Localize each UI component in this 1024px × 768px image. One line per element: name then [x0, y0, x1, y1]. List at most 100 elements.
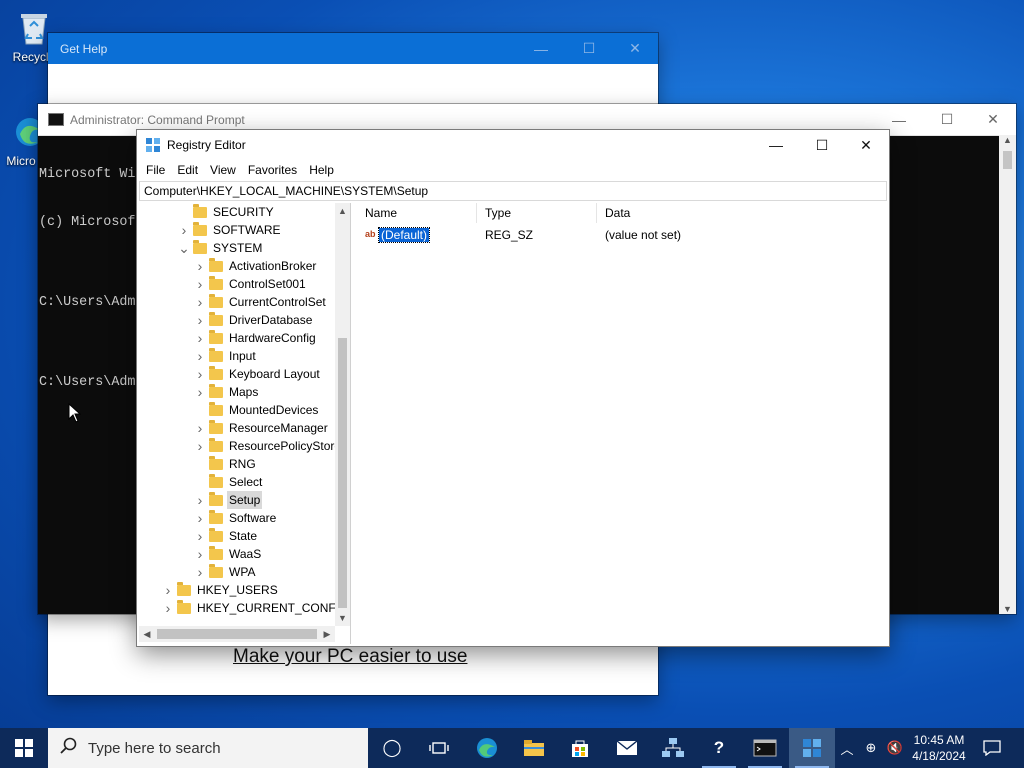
- tree-node-activationbroker[interactable]: › ActivationBroker: [193, 257, 316, 275]
- chevron-right-icon[interactable]: ›: [193, 275, 207, 293]
- close-button[interactable]: ✕: [843, 130, 889, 160]
- chevron-right-icon[interactable]: ›: [193, 383, 207, 401]
- tree-node-select[interactable]: Select: [193, 473, 262, 491]
- start-button[interactable]: [0, 728, 48, 768]
- scroll-right-icon[interactable]: ▶: [319, 626, 335, 642]
- chevron-right-icon[interactable]: ›: [193, 257, 207, 275]
- tree-horizontal-scrollbar[interactable]: ◀ ▶: [139, 626, 335, 642]
- scroll-thumb[interactable]: [1003, 151, 1012, 169]
- tree-node-controlset001[interactable]: › ControlSet001: [193, 275, 306, 293]
- value-row[interactable]: ab (Default) REG_SZ (value not set): [357, 226, 887, 244]
- key-tree[interactable]: SECURITY › SOFTWARE ⌄ SYSTEM › ActivationBroke…: [139, 203, 351, 644]
- column-header-name[interactable]: Name: [357, 203, 477, 223]
- edge-button[interactable]: [464, 728, 510, 768]
- menu-edit[interactable]: Edit: [171, 160, 204, 180]
- chevron-right-icon[interactable]: ›: [193, 545, 207, 563]
- tree-node-mounteddevices[interactable]: MountedDevices: [193, 401, 318, 419]
- scroll-left-icon[interactable]: ◀: [139, 626, 155, 642]
- scroll-up-icon[interactable]: ▲: [999, 135, 1016, 145]
- menu-help[interactable]: Help: [303, 160, 340, 180]
- menu-view[interactable]: View: [204, 160, 242, 180]
- chevron-down-icon[interactable]: ⌄: [177, 239, 191, 257]
- scroll-down-icon[interactable]: ▼: [999, 604, 1016, 614]
- tree-node-keyboard-layout[interactable]: › Keyboard Layout: [193, 365, 320, 383]
- maximize-button[interactable]: ☐: [566, 33, 612, 64]
- clock[interactable]: 10:45 AM 4/18/2024: [905, 732, 973, 764]
- chevron-right-icon[interactable]: ›: [193, 365, 207, 383]
- regedit-titlebar[interactable]: Registry Editor — ☐ ✕: [137, 130, 889, 160]
- network-app-button[interactable]: [650, 728, 696, 768]
- tree-node-system[interactable]: ⌄ SYSTEM: [177, 239, 262, 257]
- chevron-right-icon[interactable]: ›: [161, 581, 175, 599]
- volume-tray-button[interactable]: 🔇: [884, 728, 906, 768]
- chevron-right-icon[interactable]: ›: [193, 527, 207, 545]
- task-view-button[interactable]: [416, 728, 462, 768]
- tree-node-security[interactable]: SECURITY: [177, 203, 274, 221]
- tree-node-software[interactable]: › Software: [193, 509, 276, 527]
- tree-node-label: SYSTEM: [213, 241, 263, 255]
- tree-node-software[interactable]: › SOFTWARE: [177, 221, 281, 239]
- tree-node-maps[interactable]: › Maps: [193, 383, 258, 401]
- column-header-data[interactable]: Data: [597, 203, 885, 223]
- show-hidden-icons-button[interactable]: ︿: [838, 728, 856, 768]
- store-button[interactable]: [557, 728, 603, 768]
- chevron-right-icon[interactable]: ›: [193, 419, 207, 437]
- menu-file[interactable]: File: [140, 160, 171, 180]
- chevron-right-icon[interactable]: ›: [193, 437, 207, 455]
- console-scrollbar[interactable]: ▲ ▼: [999, 135, 1016, 614]
- tree-node-resourcepolicystore[interactable]: › ResourcePolicyStore: [193, 437, 341, 455]
- tree-node-currentcontrolset[interactable]: › CurrentControlSet: [193, 293, 326, 311]
- chevron-right-icon[interactable]: ›: [193, 329, 207, 347]
- close-button[interactable]: ✕: [612, 33, 658, 64]
- chevron-right-icon[interactable]: ›: [193, 509, 207, 527]
- address-bar[interactable]: Computer\HKEY_LOCAL_MACHINE\SYSTEM\Setup: [139, 181, 887, 201]
- chevron-right-icon[interactable]: ›: [193, 563, 207, 581]
- minimize-button[interactable]: —: [753, 130, 799, 160]
- chevron-right-icon[interactable]: ›: [193, 311, 207, 329]
- ease-of-use-link[interactable]: Make your PC easier to use: [233, 646, 467, 668]
- tree-node-hkey-users[interactable]: › HKEY_USERS: [161, 581, 278, 599]
- folder-icon: [209, 563, 223, 578]
- command-prompt-button[interactable]: [742, 728, 788, 768]
- minimize-button[interactable]: —: [518, 33, 564, 64]
- scroll-thumb[interactable]: [157, 629, 317, 639]
- get-help-titlebar[interactable]: Get Help — ☐ ✕: [48, 33, 658, 64]
- registry-editor-taskbar-button[interactable]: [789, 728, 835, 768]
- taskbar-search-box[interactable]: Type here to search: [48, 728, 368, 768]
- chevron-right-icon[interactable]: ›: [193, 347, 207, 365]
- tree-node-driverdatabase[interactable]: › DriverDatabase: [193, 311, 312, 329]
- values-list[interactable]: Name Type Data ab (Default) REG_SZ (valu…: [357, 203, 887, 644]
- get-help-button[interactable]: ?: [696, 728, 742, 768]
- column-header-type[interactable]: Type: [477, 203, 597, 223]
- tree-node-wpa[interactable]: › WPA: [193, 563, 255, 581]
- file-explorer-button[interactable]: [511, 728, 557, 768]
- chevron-right-icon[interactable]: ›: [177, 221, 191, 239]
- tree-node-input[interactable]: › Input: [193, 347, 256, 365]
- tree-node-waas[interactable]: › WaaS: [193, 545, 261, 563]
- chevron-right-icon[interactable]: ›: [161, 599, 175, 617]
- chevron-right-icon[interactable]: ›: [193, 293, 207, 311]
- close-button[interactable]: ✕: [970, 104, 1016, 135]
- maximize-button[interactable]: ☐: [799, 130, 845, 160]
- tree-node-label: Setup: [227, 491, 263, 509]
- tree-node-state[interactable]: › State: [193, 527, 257, 545]
- tree-node-setup[interactable]: › Setup: [193, 491, 263, 509]
- mail-button[interactable]: [604, 728, 650, 768]
- tree-node-hardwareconfig[interactable]: › HardwareConfig: [193, 329, 316, 347]
- cortana-button[interactable]: ◯: [369, 728, 415, 768]
- registry-editor-window[interactable]: Registry Editor — ☐ ✕ File Edit View Fav…: [137, 130, 889, 646]
- scroll-up-icon[interactable]: ▲: [335, 203, 350, 219]
- tree-node-label: Keyboard Layout: [229, 367, 320, 381]
- scroll-down-icon[interactable]: ▼: [335, 610, 350, 626]
- tree-vertical-scrollbar[interactable]: ▲ ▼: [335, 203, 350, 626]
- tree-node-resourcemanager[interactable]: › ResourceManager: [193, 419, 328, 437]
- menu-favorites[interactable]: Favorites: [242, 160, 303, 180]
- scroll-thumb[interactable]: [338, 338, 347, 608]
- maximize-button[interactable]: ☐: [924, 104, 970, 135]
- tree-node-hkey-current-config[interactable]: › HKEY_CURRENT_CONFIG: [161, 599, 348, 617]
- network-tray-button[interactable]: ⊕: [860, 728, 882, 768]
- notifications-button[interactable]: [976, 728, 1008, 768]
- tree-node-rng[interactable]: RNG: [193, 455, 256, 473]
- window-title: Registry Editor: [167, 138, 246, 152]
- chevron-right-icon[interactable]: ›: [193, 491, 207, 509]
